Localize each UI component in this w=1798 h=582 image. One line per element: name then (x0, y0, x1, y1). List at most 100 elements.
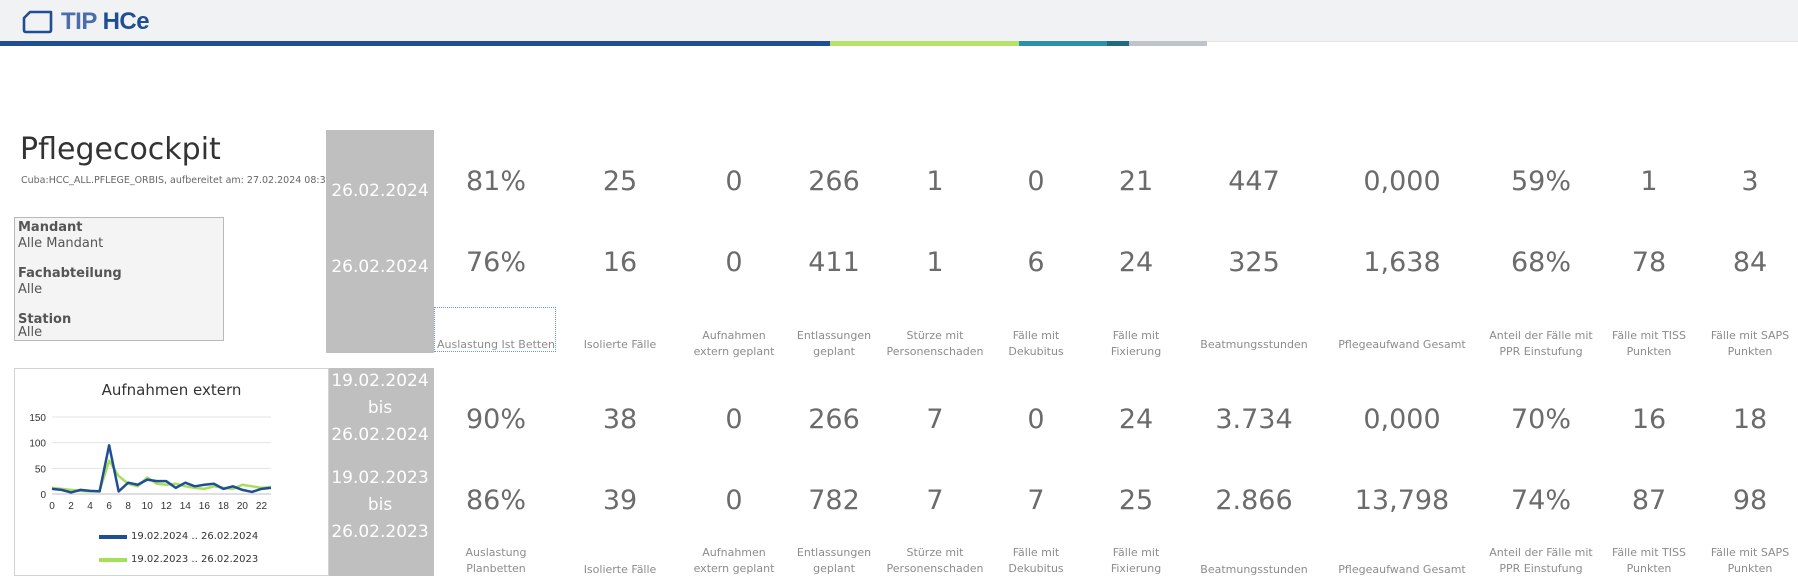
kpi-value[interactable]: 6 (1027, 247, 1044, 278)
kpi-value[interactable]: 24 (1119, 247, 1153, 278)
kpi-value[interactable]: 1 (926, 247, 943, 278)
cube-info: Cuba:HCC_ALL.PFLEGE_ORBIS, aufbereitet a… (21, 175, 332, 186)
kpi-value[interactable]: 0 (725, 404, 742, 435)
kpi-value[interactable]: 81% (466, 166, 526, 197)
kpi-label: Aufnahmen extern geplant (693, 546, 775, 575)
kpi-value[interactable]: 25 (1119, 485, 1153, 516)
kpi-value[interactable]: 16 (1632, 404, 1666, 435)
brand-logo[interactable]: TIP HCe (22, 8, 150, 36)
kpi-value[interactable]: 24 (1119, 404, 1153, 435)
kpi-value[interactable]: 325 (1228, 247, 1280, 278)
kpi-value[interactable]: 0 (725, 485, 742, 516)
kpi-label: Fälle mit Dekubitus (1008, 329, 1064, 358)
filter-mandant-value[interactable]: Alle Mandant (18, 236, 103, 251)
x-tick-label: 14 (180, 501, 192, 512)
kpi-value[interactable]: 2.866 (1215, 485, 1292, 516)
kpi-value[interactable]: 0 (1027, 404, 1044, 435)
kpi-value[interactable]: 38 (603, 404, 637, 435)
date-cell-period-compare: 19.02.2023 bis 26.02.2023 (326, 448, 434, 576)
kpi-label: Fälle mit Fixierung (1110, 546, 1162, 575)
stripe-grey (1129, 41, 1207, 46)
filter-station-value[interactable]: Alle (18, 325, 42, 340)
stripe-green (830, 41, 1019, 46)
kpi-value[interactable]: 18 (1733, 404, 1767, 435)
date-label-period-current: 19.02.2024 bis 26.02.2024 (331, 370, 429, 445)
kpi-value[interactable]: 0 (1027, 166, 1044, 197)
legend-swatch-2024 (99, 534, 127, 539)
x-tick-label: 18 (218, 501, 230, 512)
kpi-value[interactable]: 1 (926, 166, 943, 197)
kpi-value[interactable]: 1,638 (1363, 247, 1440, 278)
kpi-value[interactable]: 90% (466, 404, 526, 435)
kpi-value[interactable]: 25 (603, 166, 637, 197)
kpi-label: Pflegeaufwand Gesamt (1338, 563, 1466, 576)
x-tick-label: 12 (161, 501, 173, 512)
kpi-value[interactable]: 76% (466, 247, 526, 278)
kpi-value[interactable]: 3.734 (1215, 404, 1292, 435)
kpi-value[interactable]: 411 (808, 247, 860, 278)
kpi-label: Aufnahmen extern geplant (693, 329, 775, 358)
kpi-value[interactable]: 59% (1511, 166, 1571, 197)
legend-swatch-2023 (99, 557, 127, 562)
x-tick-label: 6 (106, 501, 112, 512)
kpi-value[interactable]: 447 (1228, 166, 1280, 197)
kpi-value[interactable]: 0,000 (1363, 404, 1440, 435)
kpi-value[interactable]: 74% (1511, 485, 1571, 516)
date-cell-current: 26.02.2024 (326, 130, 434, 252)
date-cell-period-current: 19.02.2024 bis 26.02.2024 (326, 368, 434, 448)
kpi-value[interactable]: 84 (1733, 247, 1767, 278)
kpi-label: Isolierte Fälle (583, 563, 657, 576)
kpi-value[interactable]: 0,000 (1363, 166, 1440, 197)
legend-label-2024: 19.02.2024 .. 26.02.2024 (131, 531, 259, 542)
filter-fachabteilung-label: Fachabteilung (18, 266, 122, 281)
kpi-value[interactable]: 16 (603, 247, 637, 278)
kpi-value[interactable]: 7 (1027, 485, 1044, 516)
x-tick-label: 20 (237, 501, 249, 512)
kpi-value[interactable]: 7 (926, 404, 943, 435)
kpi-value[interactable]: 86% (466, 485, 526, 516)
line-chart: 0 50 100 150 0 2 4 6 8 10 12 14 16 18 20 22 (29, 413, 272, 512)
kpi-label: Stürze mit Personenschaden (886, 546, 984, 575)
kpi-value[interactable]: 0 (725, 166, 742, 197)
kpi-label: Fälle mit SAPS Punkten (1710, 546, 1790, 575)
x-tick-label: 0 (49, 501, 55, 512)
date-cell-compare: 26.02.2024 (326, 252, 434, 353)
kpi-value[interactable]: 78 (1632, 247, 1666, 278)
filter-fachabteilung-value[interactable]: Alle (18, 282, 42, 297)
kpi-label: Beatmungsstunden (1200, 563, 1308, 576)
legend-item-2023: 19.02.2023 .. 26.02.2023 (99, 554, 258, 565)
kpi-value[interactable]: 87 (1632, 485, 1666, 516)
app-header: TIP HCe (0, 0, 1798, 42)
kpi-label: Pflegeaufwand Gesamt (1338, 338, 1466, 351)
kpi-value[interactable]: 21 (1119, 166, 1153, 197)
kpi-value[interactable]: 13,798 (1355, 485, 1449, 516)
kpi-value[interactable]: 70% (1511, 404, 1571, 435)
x-tick-label: 22 (256, 501, 268, 512)
kpi-value[interactable]: 266 (808, 166, 860, 197)
date-label-compare: 26.02.2024 (331, 257, 429, 277)
x-tick-label: 8 (125, 501, 131, 512)
kpi-label: Fälle mit SAPS Punkten (1710, 329, 1790, 358)
kpi-value[interactable]: 266 (808, 404, 860, 435)
chart-aufnahmen-extern[interactable]: Aufnahmen extern 0 50 100 150 0 2 4 6 8 10 12 14 16 1… (14, 368, 329, 576)
kpi-label: Anteil der Fälle mit PPR Einstufung (1489, 546, 1593, 575)
stripe-teal (1019, 41, 1107, 46)
kpi-label: Anteil der Fälle mit PPR Einstufung (1489, 329, 1593, 358)
kpi-label: Fälle mit TISS Punkten (1612, 546, 1686, 575)
kpi-value[interactable]: 0 (725, 247, 742, 278)
kpi-value[interactable]: 3 (1741, 166, 1758, 197)
logo-mark-icon (22, 10, 53, 34)
kpi-value[interactable]: 782 (808, 485, 860, 516)
kpi-value[interactable]: 7 (926, 485, 943, 516)
kpi-value[interactable]: 98 (1733, 485, 1767, 516)
brand-hce: HCe (102, 8, 150, 35)
filter-panel[interactable]: Mandant Alle Mandant Fachabteilung Alle … (14, 217, 224, 341)
filter-mandant-label: Mandant (18, 220, 83, 235)
y-tick-label: 50 (35, 464, 47, 475)
kpi-label: Auslastung Planbetten (465, 546, 527, 575)
x-tick-label: 2 (68, 501, 74, 512)
brand-name: TIP HCe (61, 8, 150, 36)
kpi-value[interactable]: 68% (1511, 247, 1571, 278)
kpi-value[interactable]: 39 (603, 485, 637, 516)
kpi-value[interactable]: 1 (1640, 166, 1657, 197)
